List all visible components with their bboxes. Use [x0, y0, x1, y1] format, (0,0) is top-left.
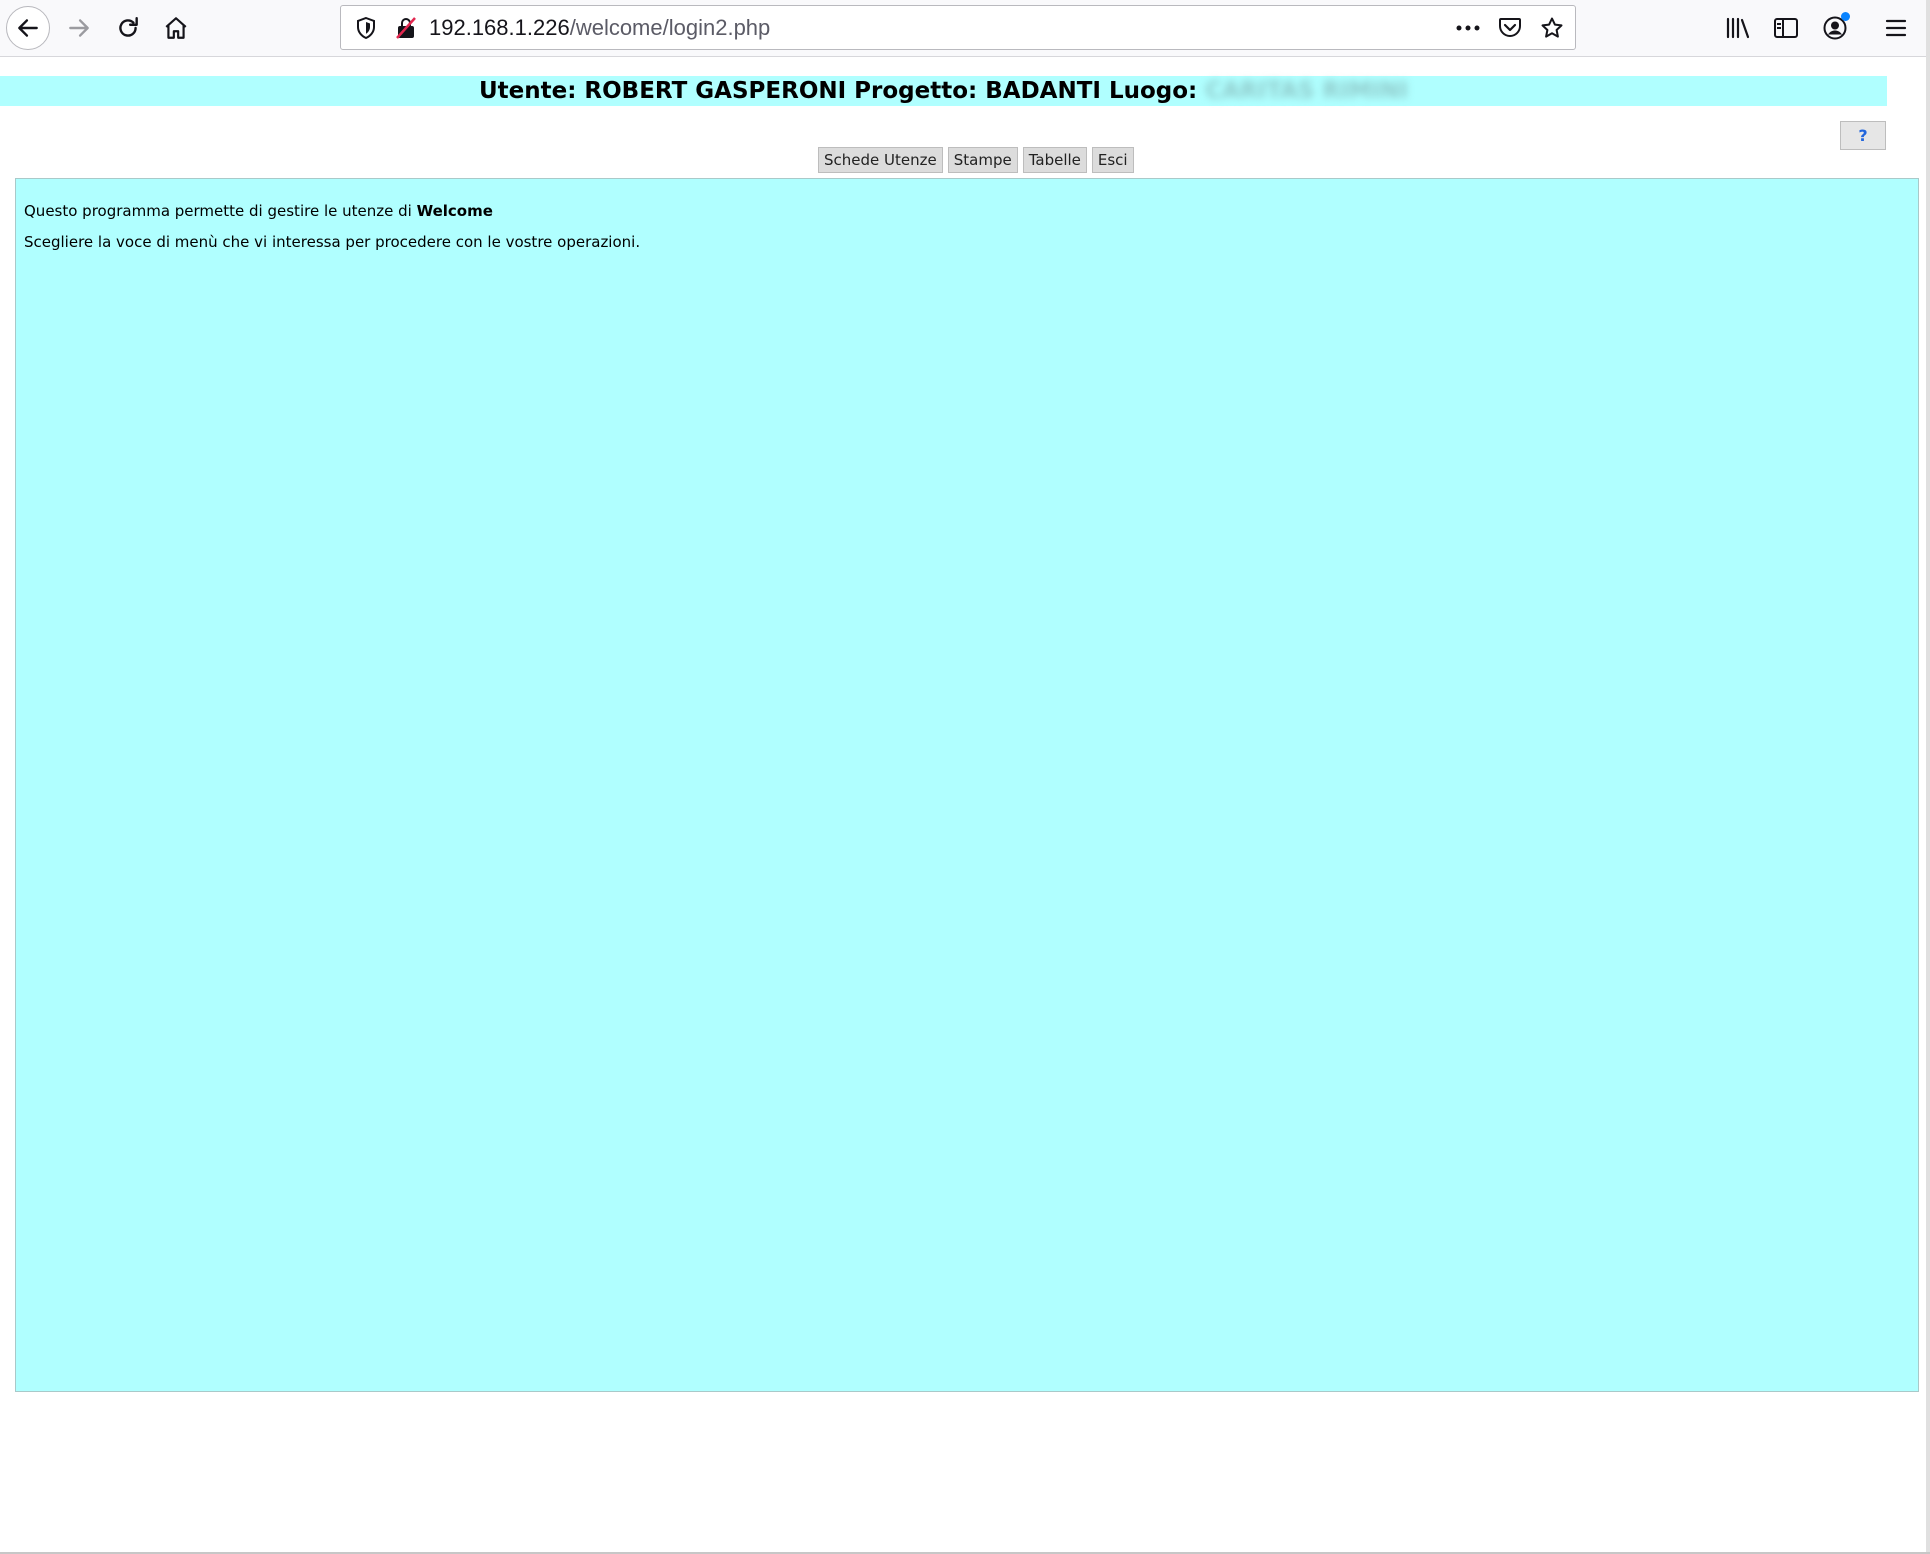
instruction-text: Scegliere la voce di menù che vi interes… [24, 233, 641, 251]
help-button[interactable]: ? [1840, 121, 1886, 150]
window-edge [1926, 0, 1930, 1554]
intro-app-name: Welcome [416, 202, 493, 220]
browser-toolbar: 192.168.1.226/welcome/login2.php [0, 0, 1930, 57]
home-icon [165, 17, 187, 39]
sidebar-button[interactable] [1764, 6, 1808, 50]
header-luogo-redacted: CARITAS RIMINI [1205, 78, 1409, 104]
library-icon [1726, 17, 1750, 39]
hamburger-menu-icon [1885, 19, 1907, 37]
menu-esci-button[interactable]: Esci [1091, 147, 1134, 173]
app-menu-button[interactable] [1874, 6, 1918, 50]
home-button[interactable] [154, 6, 198, 50]
back-icon [18, 19, 38, 37]
pocket-icon[interactable] [1495, 13, 1525, 43]
content-panel: Questo programma permette di gestire le … [15, 178, 1919, 1392]
url-host: 192.168.1.226 [429, 15, 570, 40]
bookmark-star-icon[interactable] [1537, 13, 1567, 43]
sidebar-icon [1774, 18, 1798, 38]
address-bar[interactable]: 192.168.1.226/welcome/login2.php [340, 5, 1576, 50]
menu-tabelle-button[interactable]: Tabelle [1022, 147, 1087, 173]
forward-button[interactable] [57, 6, 101, 50]
reload-icon [119, 17, 138, 37]
library-button[interactable] [1716, 6, 1760, 50]
help-icon: ? [1858, 126, 1868, 145]
tracking-shield-icon[interactable] [353, 15, 379, 41]
intro-text: Questo programma permette di gestire le … [24, 201, 493, 221]
insecure-lock-icon[interactable] [393, 15, 419, 41]
notification-dot [1841, 12, 1850, 21]
back-button[interactable] [6, 6, 50, 50]
intro-sentence: Questo programma permette di gestire le … [24, 202, 412, 220]
header-user-project: Utente: ROBERT GASPERONI Progetto: BADAN… [478, 78, 1198, 104]
reload-button[interactable] [106, 6, 150, 50]
forward-icon [69, 19, 89, 37]
more-actions-icon[interactable] [1453, 13, 1483, 43]
main-menu: Schede Utenze Stampe Tabelle Esci [818, 147, 1134, 173]
url-text[interactable]: 192.168.1.226/welcome/login2.php [429, 15, 770, 41]
url-path: /welcome/login2.php [569, 15, 771, 40]
account-button[interactable] [1813, 6, 1857, 50]
menu-schede-utenze-button[interactable]: Schede Utenze [818, 147, 943, 173]
page-header: Utente: ROBERT GASPERONI Progetto: BADAN… [0, 76, 1887, 106]
menu-stampe-button[interactable]: Stampe [947, 147, 1018, 173]
